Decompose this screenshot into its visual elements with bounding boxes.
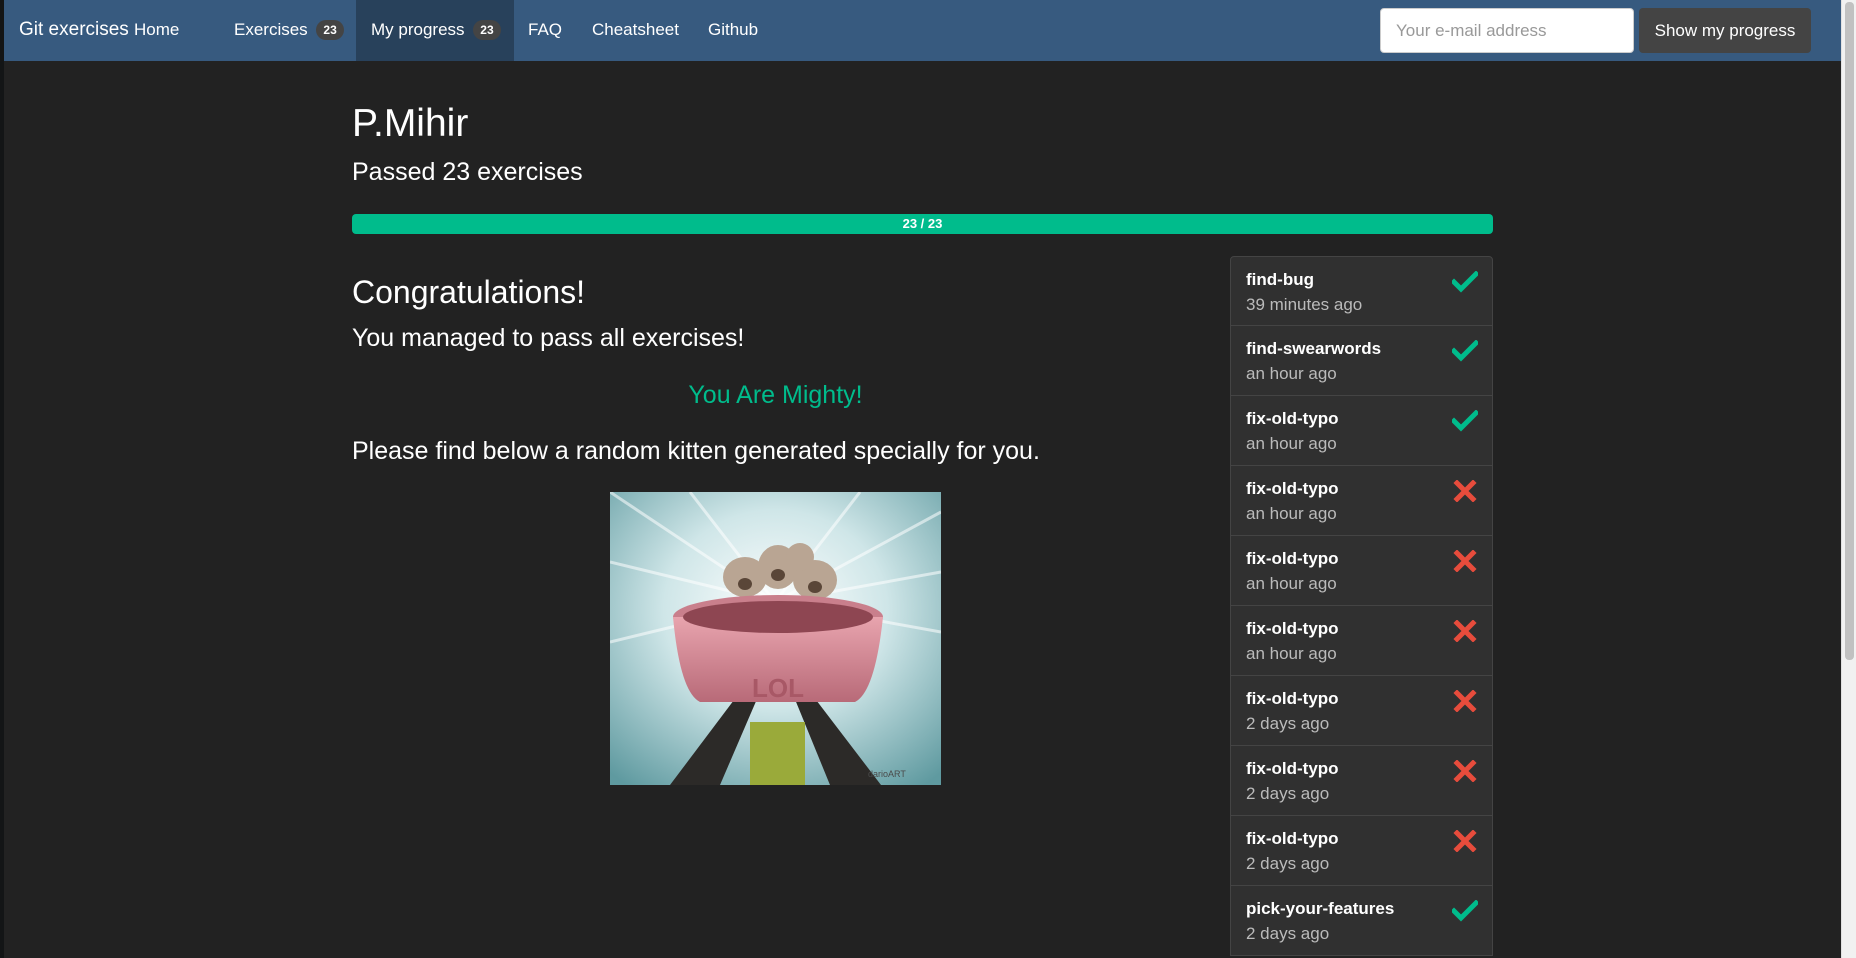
top-navbar: Git exercises Home Exercises 23 My progr… xyxy=(4,0,1841,61)
exercise-name: fix-old-typo xyxy=(1246,619,1339,638)
exercise-name: fix-old-typo xyxy=(1246,759,1339,778)
cross-icon xyxy=(1453,480,1477,502)
checkmark-icon xyxy=(1452,900,1478,922)
passed-count-text: Passed 23 exercises xyxy=(352,158,583,186)
history-item: fix-old-typo 2 days ago xyxy=(1230,746,1493,816)
cross-icon xyxy=(1453,620,1477,642)
show-my-progress-button[interactable]: Show my progress xyxy=(1639,8,1811,53)
exercise-name: fix-old-typo xyxy=(1246,549,1339,568)
progress-count-badge: 23 xyxy=(473,20,501,40)
attempt-history-list: find-bug 39 minutes ago find-swearwords an … xyxy=(1230,256,1493,956)
history-item: fix-old-typo an hour ago xyxy=(1230,606,1493,676)
page-scrollbar[interactable] xyxy=(1841,0,1856,958)
checkmark-icon xyxy=(1452,271,1478,293)
nav-exercises[interactable]: Exercises 23 xyxy=(234,0,344,61)
cross-icon xyxy=(1453,550,1477,572)
history-item: fix-old-typo an hour ago xyxy=(1230,396,1493,466)
exercise-name: fix-old-typo xyxy=(1246,479,1339,498)
cross-icon xyxy=(1453,760,1477,782)
history-item: find-bug 39 minutes ago xyxy=(1230,256,1493,326)
checkmark-icon xyxy=(1452,410,1478,432)
nav-cheatsheet[interactable]: Cheatsheet xyxy=(592,0,679,61)
bowl-text: LOL xyxy=(752,673,804,703)
exercise-name: fix-old-typo xyxy=(1246,409,1339,428)
brand-link[interactable]: Git exercises xyxy=(19,19,129,41)
kitten-image: LOL darioART xyxy=(610,492,941,785)
attempt-time: 2 days ago xyxy=(1246,924,1330,943)
attempt-time: an hour ago xyxy=(1246,364,1337,383)
nav-exercises-label: Exercises xyxy=(234,20,308,39)
cross-icon xyxy=(1453,830,1477,852)
history-item: fix-old-typo an hour ago xyxy=(1230,536,1493,606)
history-item: fix-old-typo 2 days ago xyxy=(1230,676,1493,746)
exercise-name: pick-your-features xyxy=(1246,899,1395,918)
checkmark-icon xyxy=(1452,340,1478,362)
nav-my-progress[interactable]: My progress 23 xyxy=(356,0,514,61)
cross-icon xyxy=(1453,690,1477,712)
passed-all-message: You managed to pass all exercises! xyxy=(352,324,745,352)
history-item: pick-your-features 2 days ago xyxy=(1230,886,1493,956)
nav-github-label: Github xyxy=(708,20,759,39)
attempt-time: an hour ago xyxy=(1246,574,1337,593)
attempt-time: 2 days ago xyxy=(1246,784,1330,803)
attempt-time: an hour ago xyxy=(1246,504,1337,523)
progress-bar: 23 / 23 xyxy=(352,214,1493,234)
nav-faq-label: FAQ xyxy=(528,20,563,39)
nav-my-progress-label: My progress xyxy=(371,20,465,39)
nav-home-label: Home xyxy=(134,20,180,39)
attempt-time: 2 days ago xyxy=(1246,854,1330,873)
congratulations-heading: Congratulations! xyxy=(352,274,586,310)
kitten-intro-text: Please find below a random kitten genera… xyxy=(352,437,1040,465)
nav-faq[interactable]: FAQ xyxy=(528,0,562,61)
attempt-time: an hour ago xyxy=(1246,644,1337,663)
username-heading: P.Mihir xyxy=(352,102,469,145)
progress-bar-fill: 23 / 23 xyxy=(352,214,1493,234)
mighty-message: You Are Mighty! xyxy=(688,381,863,409)
email-input[interactable] xyxy=(1380,8,1634,53)
nav-home[interactable]: Home xyxy=(134,0,179,61)
exercise-name: find-swearwords xyxy=(1246,339,1382,358)
image-credit: darioART xyxy=(868,769,906,779)
scrollbar-thumb[interactable] xyxy=(1845,2,1854,660)
exercise-name: fix-old-typo xyxy=(1246,829,1339,848)
nav-cheatsheet-label: Cheatsheet xyxy=(592,20,679,39)
attempt-time: 2 days ago xyxy=(1246,714,1330,733)
attempt-time: 39 minutes ago xyxy=(1246,295,1363,314)
history-item: fix-old-typo an hour ago xyxy=(1230,466,1493,536)
nav-github[interactable]: Github xyxy=(708,0,758,61)
exercise-name: find-bug xyxy=(1246,270,1314,289)
history-item: find-swearwords an hour ago xyxy=(1230,326,1493,396)
exercise-name: fix-old-typo xyxy=(1246,689,1339,708)
attempt-time: an hour ago xyxy=(1246,434,1337,453)
exercises-count-badge: 23 xyxy=(316,20,344,40)
window-edge xyxy=(0,0,4,958)
history-item: fix-old-typo 2 days ago xyxy=(1230,816,1493,886)
